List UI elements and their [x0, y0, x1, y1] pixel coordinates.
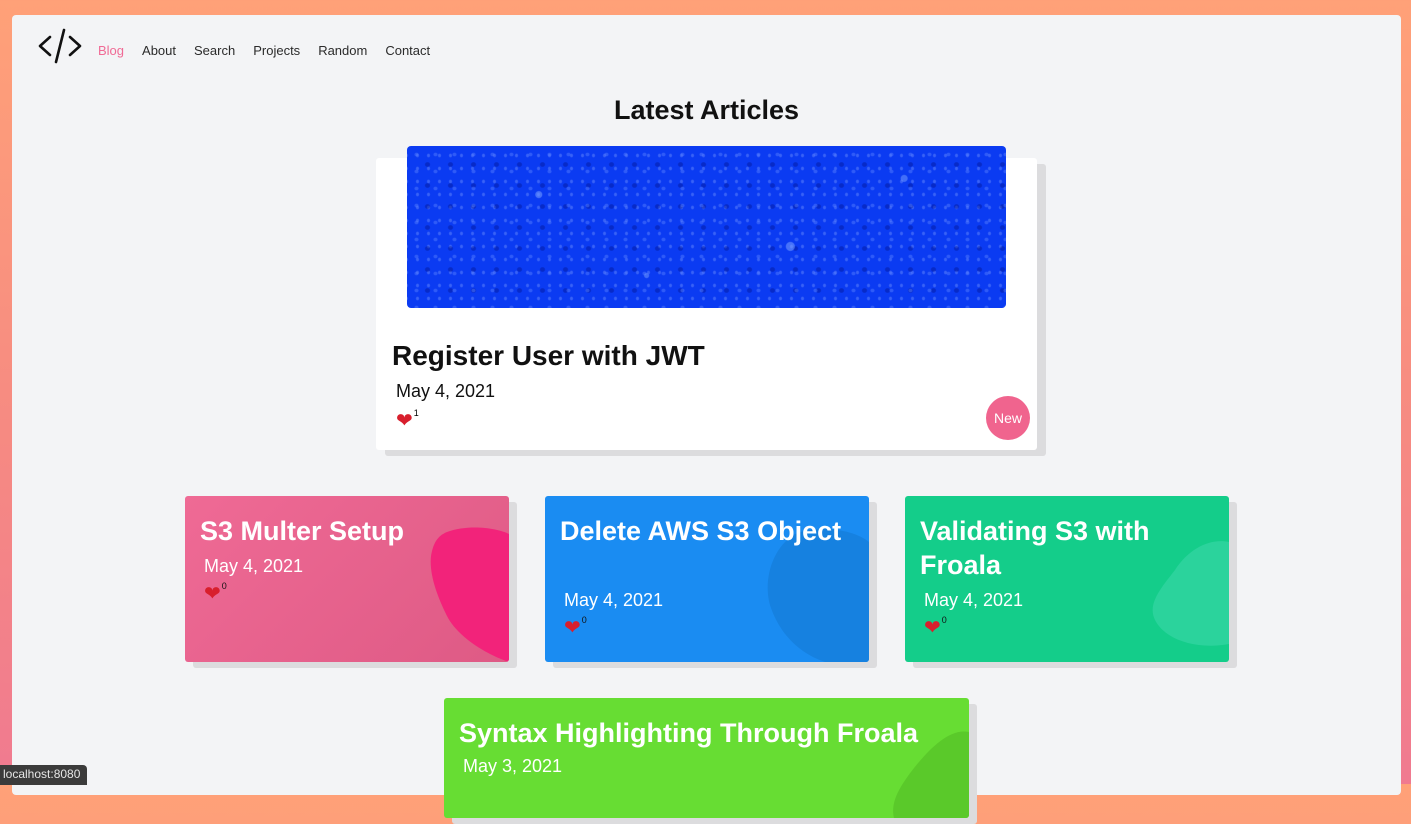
card-title[interactable]: Syntax Highlighting Through Froala [459, 716, 969, 750]
like-count: 0 [221, 581, 227, 591]
article-card[interactable]: Validating S3 with Froala May 4, 2021 ❤ … [905, 496, 1229, 662]
card-date: May 4, 2021 [924, 590, 1024, 610]
like-count: 1 [413, 408, 419, 418]
card-title[interactable]: Validating S3 with Froala [920, 514, 1210, 582]
heart-icon: ❤ [564, 617, 581, 639]
article-card[interactable]: Syntax Highlighting Through Froala May 3… [444, 698, 969, 818]
like-button[interactable]: ❤ 0 [204, 581, 227, 605]
article-card[interactable]: S3 Multer Setup May 4, 2021 ❤ 0 [185, 496, 509, 662]
like-button[interactable]: ❤ 0 [564, 615, 587, 639]
featured-date: May 4, 2021 [396, 381, 496, 401]
like-button[interactable]: ❤ 1 [396, 408, 419, 432]
featured-article-card[interactable]: Register User with JWT May 4, 2021 ❤ 1 N… [376, 146, 1037, 450]
featured-title[interactable]: Register User with JWT [392, 340, 705, 372]
like-button[interactable]: ❤ 0 [924, 615, 947, 639]
card-title[interactable]: Delete AWS S3 Object [560, 514, 850, 548]
nav-item-contact[interactable]: Contact [385, 43, 430, 58]
nav-item-about[interactable]: About [142, 43, 176, 58]
like-count: 0 [581, 615, 587, 625]
article-card[interactable]: Delete AWS S3 Object May 4, 2021 ❤ 0 [545, 496, 869, 662]
new-badge: New [986, 396, 1030, 440]
nav-item-projects[interactable]: Projects [253, 43, 300, 58]
card-date: May 4, 2021 [204, 556, 304, 576]
main-nav: Blog About Search Projects Random Contac… [98, 43, 430, 58]
featured-image [407, 146, 1006, 308]
status-bar-url: localhost:8080 [0, 765, 88, 785]
page-container: Blog About Search Projects Random Contac… [12, 15, 1401, 824]
like-count: 0 [941, 615, 947, 625]
page-title: Latest Articles [613, 95, 800, 125]
card-date: May 3, 2021 [463, 756, 563, 776]
heart-icon: ❤ [396, 410, 413, 432]
code-brackets-icon[interactable] [36, 25, 84, 65]
heart-icon: ❤ [924, 617, 941, 639]
card-title[interactable]: S3 Multer Setup [200, 514, 490, 548]
nav-item-random[interactable]: Random [318, 43, 367, 58]
heart-icon: ❤ [204, 583, 221, 605]
nav-item-search[interactable]: Search [194, 43, 235, 58]
nav-item-blog[interactable]: Blog [98, 43, 124, 58]
card-date: May 4, 2021 [564, 590, 664, 610]
